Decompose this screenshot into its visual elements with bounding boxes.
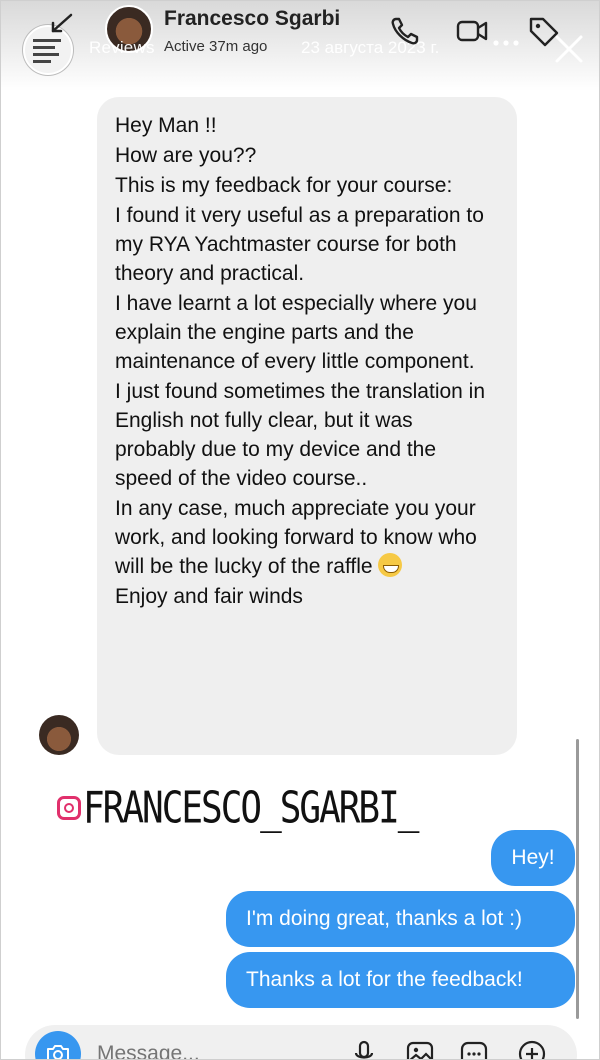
story-title: Reviews <box>89 38 155 57</box>
camera-icon <box>47 1045 69 1059</box>
message-line: This is my feedback for your course: <box>115 174 453 197</box>
outgoing-message-bubble[interactable]: Hey! <box>491 830 575 886</box>
instagram-handle-watermark: FRANCESCO_SGARBI_ <box>57 783 419 833</box>
message-line: How are you?? <box>115 144 257 167</box>
incoming-message-bubble[interactable]: Hey Man !! How are you?? This is my feed… <box>97 97 517 755</box>
message-line: I just found sometimes the translation i… <box>115 380 486 490</box>
message-line-text: In any case, much appreciate you your wo… <box>115 497 477 578</box>
back-icon[interactable] <box>49 11 75 37</box>
sender-avatar[interactable] <box>39 715 79 755</box>
contact-status: Active 37m ago <box>164 38 268 55</box>
handle-text: FRANCESCO_SGARBI_ <box>83 783 419 833</box>
mic-icon[interactable] <box>349 1039 379 1060</box>
story-frame: Francesco Sgarbi Active 37m ago Reviews … <box>0 0 600 1060</box>
grin-emoji-icon <box>378 553 403 577</box>
sticker-icon[interactable] <box>459 1039 489 1060</box>
outgoing-message-bubble[interactable]: Thanks a lot for the feedback! <box>226 952 575 1008</box>
message-line-with-emoji: In any case, much appreciate you your wo… <box>115 494 499 581</box>
message-line: I found it very useful as a preparation … <box>115 204 484 285</box>
instagram-icon <box>57 796 81 820</box>
message-line: Hey Man !! <box>115 114 217 137</box>
message-line: Enjoy and fair winds <box>115 585 303 608</box>
outgoing-message-bubble[interactable]: I'm doing great, thanks a lot :) <box>226 891 575 947</box>
close-icon[interactable] <box>553 33 585 65</box>
phone-icon[interactable] <box>387 13 423 49</box>
message-input[interactable] <box>97 1041 337 1059</box>
video-icon[interactable] <box>454 13 490 49</box>
contact-name[interactable]: Francesco Sgarbi <box>164 7 340 31</box>
scrollbar[interactable] <box>576 739 579 1019</box>
plus-icon[interactable] <box>517 1039 547 1060</box>
message-line: I have learnt a lot especially where you… <box>115 292 477 373</box>
more-icon[interactable] <box>491 37 521 49</box>
gallery-icon[interactable] <box>405 1039 435 1060</box>
